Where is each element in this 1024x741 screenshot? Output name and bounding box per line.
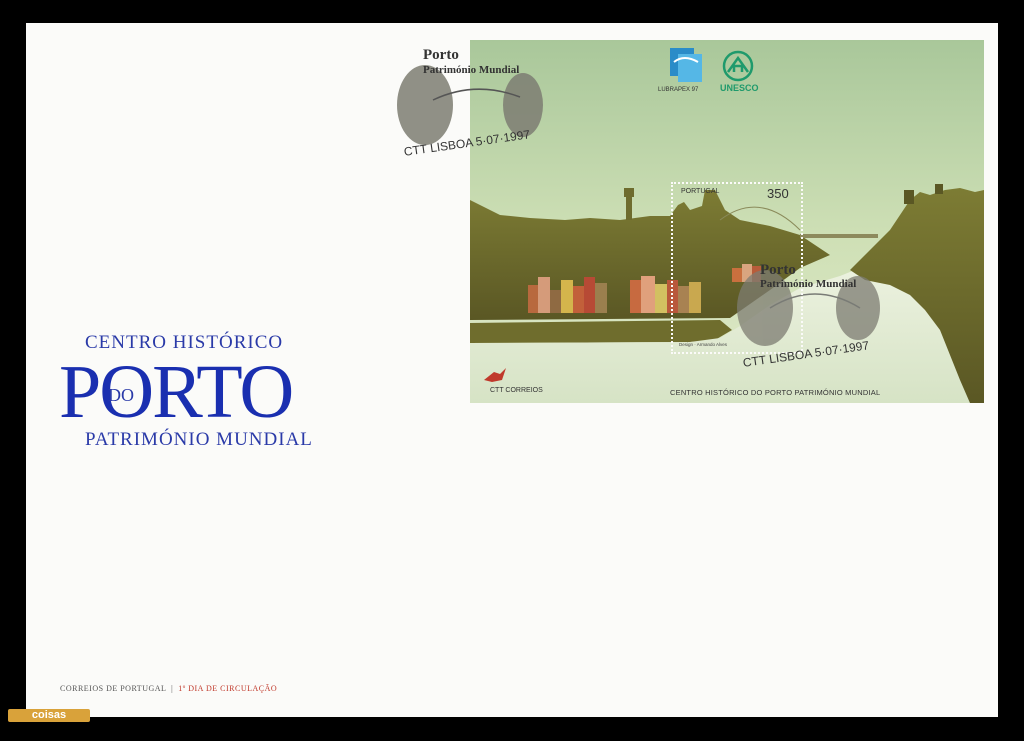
footer-left: CORREIOS DE PORTUGAL xyxy=(60,684,167,693)
footer-text: CORREIOS DE PORTUGAL | 1º DIA DE CIRCULA… xyxy=(60,684,278,693)
postmark-left-title: Porto xyxy=(423,47,459,63)
ctt-label: CTT CORREIOS xyxy=(490,387,543,394)
postmark-right-title: Porto xyxy=(760,262,796,278)
footer-right: 1º DIA DE CIRCULAÇÃO xyxy=(178,684,278,693)
title-porto: PORTO xyxy=(59,350,294,434)
title-do: DO xyxy=(108,385,134,405)
stamp-design-credit: Design · Armando Alves xyxy=(679,342,728,347)
stamp-country: PORTUGAL xyxy=(681,188,720,195)
postmark-left-subtitle: Património Mundial xyxy=(423,64,520,76)
postmark-right-subtitle: Património Mundial xyxy=(760,278,857,290)
watermark: coisas xyxy=(8,709,90,722)
stamp-value: 350 xyxy=(767,186,789,201)
unesco-label: UNESCO xyxy=(720,83,759,93)
title-line-patrimonio: PATRIMÓNIO MUNDIAL xyxy=(85,429,313,450)
lubrapex-label: LUBRAPEX 97 xyxy=(658,87,699,93)
sheet-caption: CENTRO HISTÓRICO DO PORTO PATRIMÓNIO MUN… xyxy=(670,388,881,397)
cover-title: CENTRO HISTÓRICO PORTO DO PATRIMÓNIO MUN… xyxy=(55,330,345,460)
